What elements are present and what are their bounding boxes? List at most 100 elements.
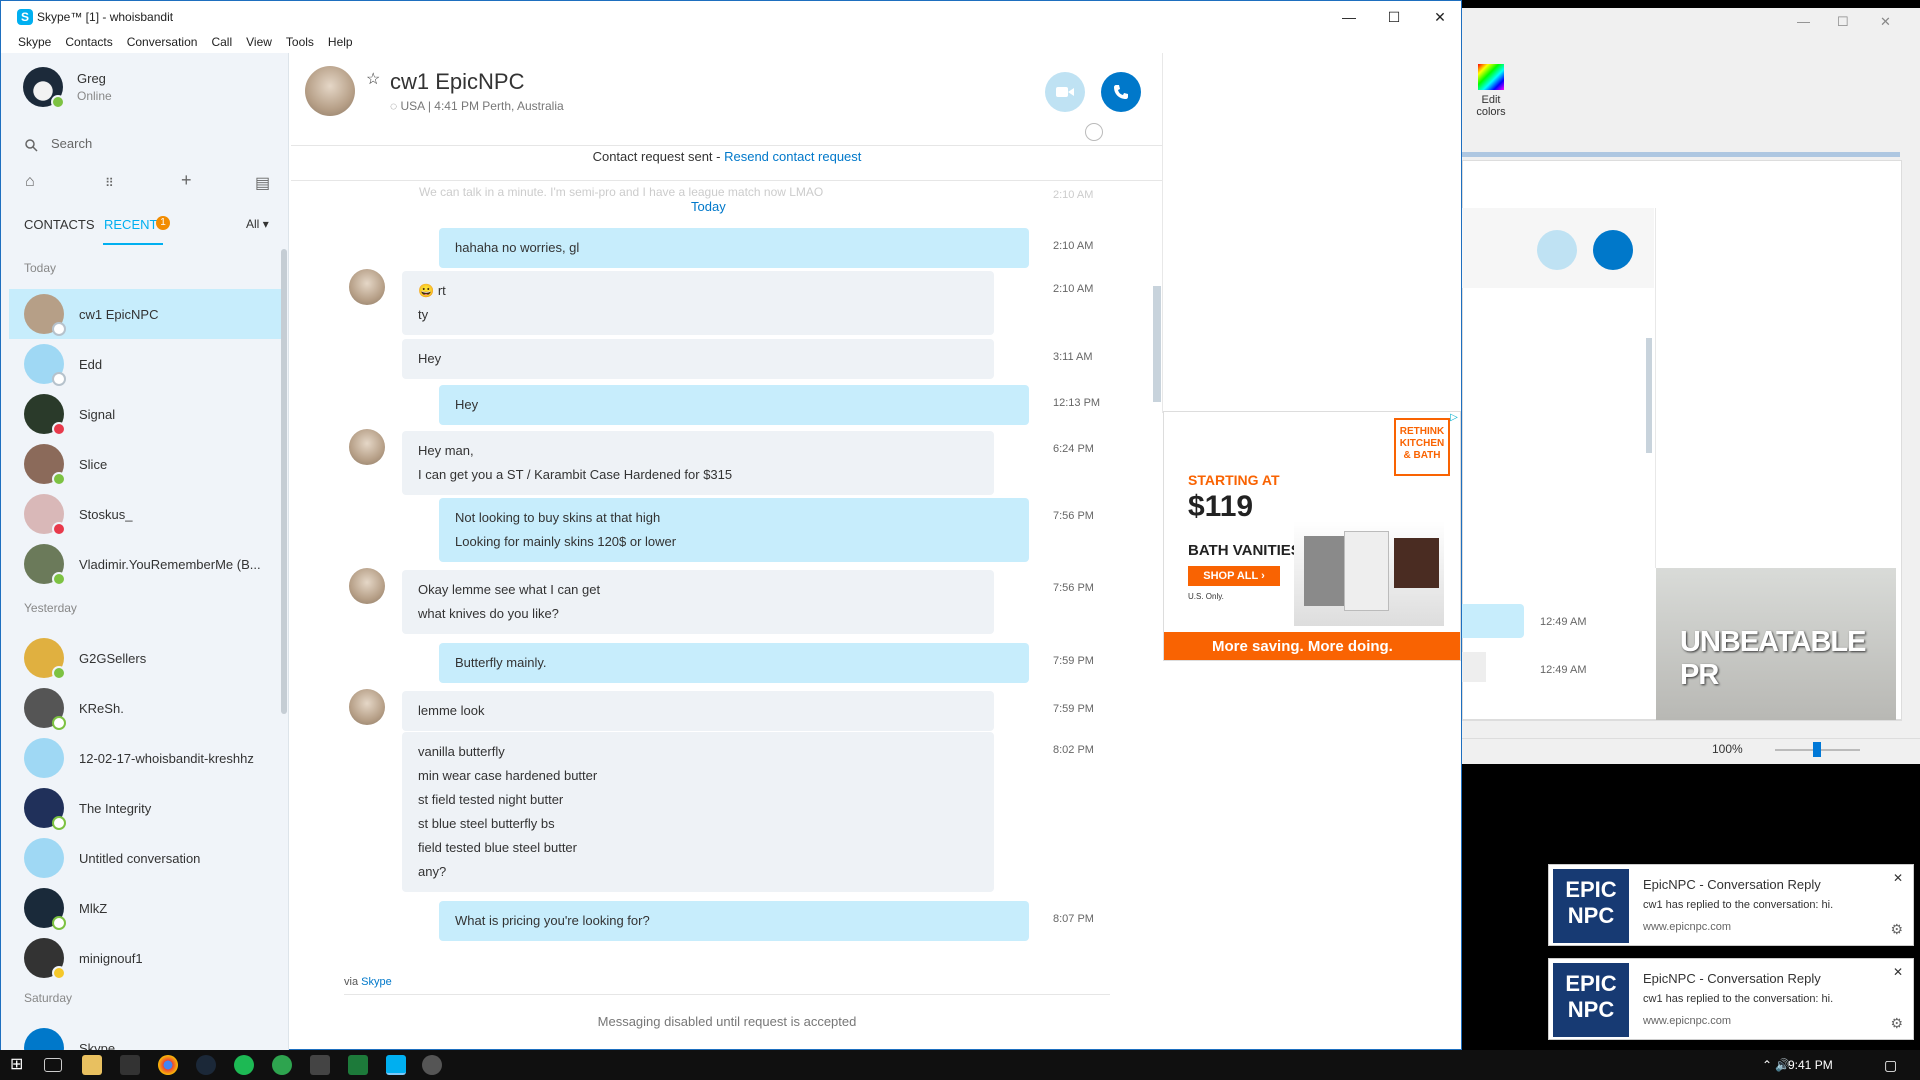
android-icon[interactable] xyxy=(272,1055,292,1075)
taskbar-clock[interactable]: 9:41 PM xyxy=(1788,1058,1833,1072)
outgoing-message[interactable]: What is pricing you're looking for? xyxy=(439,901,1029,941)
bg-advertisement[interactable]: UNBEATABLE PR xyxy=(1656,568,1896,720)
incoming-message[interactable]: Hey man, I can get you a ST / Karambit Ca… xyxy=(402,431,994,495)
message-line: 😀 rt xyxy=(418,279,978,303)
add-icon[interactable]: + xyxy=(181,170,192,191)
sender-avatar[interactable] xyxy=(349,568,385,604)
date-divider-today: Today xyxy=(691,199,726,214)
outgoing-message[interactable]: Hey xyxy=(439,385,1029,425)
contact-item[interactable]: Vladimir.YouRememberMe (B... xyxy=(9,539,281,589)
favorite-star-icon[interactable]: ☆ xyxy=(366,69,380,89)
message-time: 7:59 PM xyxy=(1053,655,1094,667)
bg-minimize-icon[interactable]: — xyxy=(1797,14,1810,29)
dialpad-icon[interactable]: ⠿ xyxy=(105,176,114,190)
menu-tools[interactable]: Tools xyxy=(279,31,321,53)
incoming-message[interactable]: lemme look xyxy=(402,691,994,731)
toast-notification[interactable]: EPIC NPC EpicNPC - Conversation Reply cw1 … xyxy=(1548,864,1914,946)
audio-call-button[interactable] xyxy=(1101,72,1141,112)
bg-close-icon[interactable]: ✕ xyxy=(1880,14,1891,30)
incoming-message[interactable]: Hey xyxy=(402,339,994,379)
my-name[interactable]: Greg xyxy=(77,71,106,86)
close-icon[interactable]: ✕ xyxy=(1893,965,1903,979)
message-text: rt xyxy=(437,283,446,298)
new-conversation-icon[interactable]: ▤ xyxy=(255,173,270,193)
bg-video-call-icon xyxy=(1537,230,1577,270)
toast-notification[interactable]: EPIC NPC EpicNPC - Conversation Reply cw1 … xyxy=(1548,958,1914,1040)
start-windows-icon[interactable]: ⊞ xyxy=(10,1055,30,1075)
spotify-icon[interactable] xyxy=(234,1055,254,1075)
livesplit-icon[interactable] xyxy=(310,1055,330,1075)
skype-taskbar-icon[interactable] xyxy=(386,1055,406,1075)
menu-contacts[interactable]: Contacts xyxy=(58,31,119,53)
contact-item[interactable]: Signal xyxy=(9,389,281,439)
home-icon[interactable]: ⌂ xyxy=(25,173,35,191)
bg-zoom-thumb[interactable] xyxy=(1813,742,1821,757)
livesplit-icon[interactable] xyxy=(120,1055,140,1075)
conversation-title[interactable]: cw1 EpicNPC xyxy=(390,69,524,95)
contact-item[interactable]: Slice xyxy=(9,439,281,489)
ad-shop-all-button[interactable]: SHOP ALL › xyxy=(1188,566,1280,586)
tab-contacts[interactable]: CONTACTS xyxy=(24,217,95,232)
file-explorer-icon[interactable] xyxy=(82,1055,102,1075)
tab-recent[interactable]: RECENT xyxy=(104,217,157,232)
gear-icon[interactable]: ⚙ xyxy=(1890,921,1903,938)
menu-call[interactable]: Call xyxy=(204,31,239,53)
contact-item[interactable]: The Integrity xyxy=(9,783,281,833)
advertisement-banner[interactable]: ▷ RETHINK KITCHEN & BATH STARTING AT $11… xyxy=(1163,411,1461,661)
sender-avatar[interactable] xyxy=(349,689,385,725)
game-icon[interactable] xyxy=(422,1055,442,1075)
close-button[interactable]: ✕ xyxy=(1417,5,1463,29)
resend-request-link[interactable]: Resend contact request xyxy=(724,149,861,164)
my-status[interactable]: Online xyxy=(77,89,112,103)
minimize-button[interactable]: — xyxy=(1326,5,1372,29)
search-box[interactable] xyxy=(19,133,269,157)
incoming-message[interactable]: vanilla butterfly min wear case hardened … xyxy=(402,732,994,892)
search-input[interactable] xyxy=(49,135,249,152)
contact-item[interactable]: minignouf1 xyxy=(9,933,281,983)
bg-scrollbar-thumb[interactable] xyxy=(1646,338,1652,453)
contact-item[interactable]: 12-02-17-whoisbandit-kreshhz xyxy=(9,733,281,783)
bg-horizontal-scrollbar[interactable] xyxy=(1462,720,1902,738)
video-call-button[interactable] xyxy=(1045,72,1085,112)
sender-avatar[interactable] xyxy=(349,269,385,305)
conversation-scrollbar-thumb[interactable] xyxy=(1153,286,1161,402)
conversation-avatar[interactable] xyxy=(305,66,355,116)
globe-icon[interactable] xyxy=(1085,123,1103,141)
chrome-icon[interactable] xyxy=(158,1055,178,1075)
contact-item[interactable]: cw1 EpicNPC xyxy=(9,289,281,339)
steam-icon[interactable] xyxy=(196,1055,216,1075)
offline-status-icon xyxy=(52,816,66,830)
gear-icon[interactable]: ⚙ xyxy=(1890,1015,1903,1032)
filter-dropdown[interactable]: All ▾ xyxy=(246,217,269,231)
contact-name: minignouf1 xyxy=(79,951,143,966)
task-view-icon[interactable] xyxy=(44,1058,62,1072)
contact-item[interactable]: Untitled conversation xyxy=(9,833,281,883)
action-center-icon[interactable]: ▢ xyxy=(1884,1057,1897,1074)
sender-avatar[interactable] xyxy=(349,429,385,465)
menu-skype[interactable]: Skype xyxy=(11,31,58,53)
contact-item[interactable]: MlkZ xyxy=(9,883,281,933)
close-icon[interactable]: ✕ xyxy=(1893,871,1903,885)
contact-item[interactable]: G2GSellers xyxy=(9,633,281,683)
contact-item[interactable]: Stoskus_ xyxy=(9,489,281,539)
incoming-message[interactable]: Okay lemme see what I can get what knives… xyxy=(402,570,994,634)
via-skype-link[interactable]: Skype xyxy=(361,976,392,988)
sidebar-scrollbar-thumb[interactable] xyxy=(281,249,287,714)
menu-conversation[interactable]: Conversation xyxy=(120,31,205,53)
outgoing-message[interactable]: Not looking to buy skins at that high Loo… xyxy=(439,498,1029,562)
maximize-button[interactable]: ☐ xyxy=(1371,5,1417,29)
incoming-message[interactable]: 😀 rt ty xyxy=(402,271,994,335)
contact-item[interactable]: KReSh. xyxy=(9,683,281,733)
edit-colors-button[interactable]: Edit colors xyxy=(1466,64,1516,118)
system-tray-icons[interactable]: ⌃ 🔊 xyxy=(1762,1058,1790,1072)
outgoing-message[interactable]: Butterfly mainly. xyxy=(439,643,1029,683)
skype-logo-icon: S xyxy=(17,9,33,25)
menu-help[interactable]: Help xyxy=(321,31,360,53)
outgoing-message[interactable]: hahaha no worries, gl xyxy=(439,228,1029,268)
contact-item[interactable]: Edd xyxy=(9,339,281,389)
bg-maximize-icon[interactable]: ☐ xyxy=(1837,14,1849,30)
my-avatar[interactable] xyxy=(23,67,65,109)
menu-view[interactable]: View xyxy=(239,31,279,53)
excel-icon[interactable] xyxy=(348,1055,368,1075)
bg-message-time: 12:49 AM xyxy=(1540,616,1587,628)
